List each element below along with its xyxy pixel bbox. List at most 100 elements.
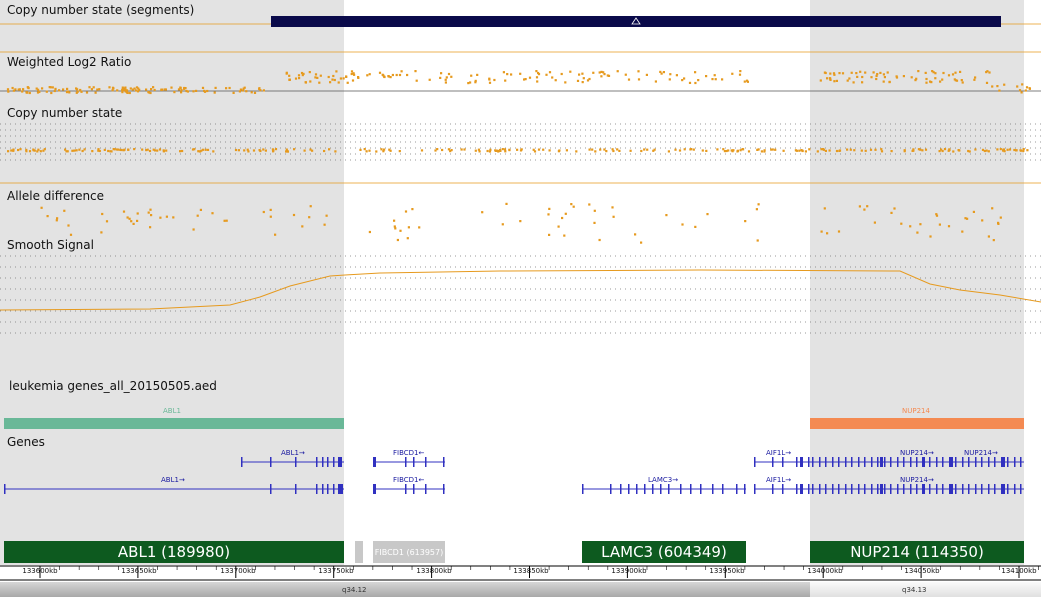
cn-point — [156, 149, 159, 152]
log2-point — [739, 70, 742, 73]
gene-nup214-exon — [825, 484, 827, 494]
gene-lamc3-exon — [736, 484, 738, 494]
log2-point — [342, 77, 345, 80]
cn-point — [804, 150, 807, 153]
gene-nup214-exon — [975, 484, 977, 494]
log2-point — [214, 86, 217, 89]
cn-point — [274, 148, 278, 151]
cn-point — [722, 148, 725, 151]
gene-nup214-exon — [871, 484, 873, 494]
log2-point — [846, 79, 849, 82]
cn-point — [7, 150, 10, 153]
allele-point — [211, 212, 214, 215]
cn-point — [508, 148, 511, 151]
allele-point — [301, 225, 304, 228]
allele-point — [505, 202, 508, 205]
cn-point — [782, 149, 785, 152]
allele-point — [548, 207, 551, 210]
log2-point — [337, 81, 340, 84]
gene-nup214-exon — [903, 457, 905, 467]
log2-point — [929, 80, 932, 83]
gene-nup214-exon — [838, 457, 840, 467]
cn-point — [542, 148, 545, 151]
log2-point — [331, 78, 334, 81]
log2-point — [135, 89, 138, 92]
log2-point — [934, 77, 937, 80]
log2-point — [848, 77, 851, 80]
gene-nup214-exon — [962, 457, 964, 467]
log2-point — [36, 91, 40, 94]
gene-nup214-exon — [994, 457, 996, 467]
cn-point — [1008, 148, 1012, 151]
log2-point — [213, 91, 216, 94]
log2-point — [90, 88, 93, 91]
allele-point — [999, 216, 1002, 219]
gene-lamc3-exon — [700, 484, 702, 494]
allele-point — [126, 216, 129, 219]
allele-point — [406, 237, 409, 240]
gene-aif1l-exon — [808, 457, 810, 467]
log2-point — [444, 81, 447, 84]
log2-point — [45, 90, 48, 93]
aed-feature-nup214[interactable] — [810, 418, 1024, 429]
gene-nup214-exon — [962, 484, 964, 494]
gene-nup214-exon — [929, 457, 931, 467]
gene-abl1-exon — [327, 457, 329, 467]
log2-point — [345, 75, 348, 78]
gene-label: NUP214→ — [900, 449, 934, 457]
log2-point — [823, 71, 826, 74]
cn-point — [947, 149, 950, 152]
cn-point — [12, 148, 15, 151]
gene-nup214-exon — [968, 457, 970, 467]
gene-nup214-exon — [903, 484, 905, 494]
cn-point — [181, 149, 184, 153]
allele-point — [563, 234, 566, 237]
allele-point — [519, 220, 522, 223]
cn-point — [91, 150, 94, 153]
gene-abl1-exon — [338, 484, 343, 494]
allele-point — [132, 222, 135, 225]
allele-point — [40, 206, 43, 209]
allele-point — [136, 219, 139, 222]
log2-point — [88, 86, 91, 89]
log2-point — [504, 79, 507, 82]
allele-point — [561, 216, 564, 220]
log2-point — [488, 81, 492, 84]
gene-abl1-exon — [338, 457, 342, 467]
allele-point — [593, 221, 596, 224]
log2-point — [924, 71, 927, 74]
gene-nup214-exon — [871, 457, 873, 467]
allele-point — [611, 206, 614, 209]
omim-bar-lamc3[interactable]: LAMC3 (604349) — [582, 541, 746, 563]
log2-point — [669, 73, 672, 76]
allele-point — [150, 214, 153, 217]
allele-point — [262, 210, 265, 214]
allele-point — [966, 217, 969, 220]
allele-point — [873, 221, 876, 224]
omim-bar-fibcd1-part[interactable] — [355, 541, 363, 563]
cn-point — [756, 148, 759, 151]
omim-bar-fibcd1[interactable]: FIBCD1 (613957) — [373, 541, 445, 563]
aed-feature-abl1[interactable] — [4, 418, 344, 429]
cn-point — [760, 150, 763, 153]
omim-bar-abl1[interactable]: ABL1 (189980) — [4, 541, 344, 563]
log2-point — [180, 91, 183, 94]
log2-point — [870, 76, 873, 79]
log2-point — [228, 86, 231, 90]
allele-point — [67, 224, 70, 227]
cn-point — [537, 148, 541, 151]
omim-bar-nup214[interactable]: NUP214 (114350) — [810, 541, 1024, 563]
cn-point — [774, 148, 777, 151]
track-label-copy-number: Copy number state — [7, 106, 123, 120]
log2-point — [206, 89, 209, 93]
allele-point — [593, 209, 596, 212]
ruler-tick-label: 133750kb — [318, 567, 354, 575]
gene-nup214-exon — [950, 457, 953, 467]
log2-point — [882, 73, 885, 76]
cn-point — [919, 148, 922, 151]
ruler-tick-label: 133850kb — [513, 567, 549, 575]
log2-point — [879, 71, 882, 74]
log2-point — [523, 78, 526, 81]
allele-point — [481, 211, 484, 214]
cn-point — [37, 148, 40, 151]
